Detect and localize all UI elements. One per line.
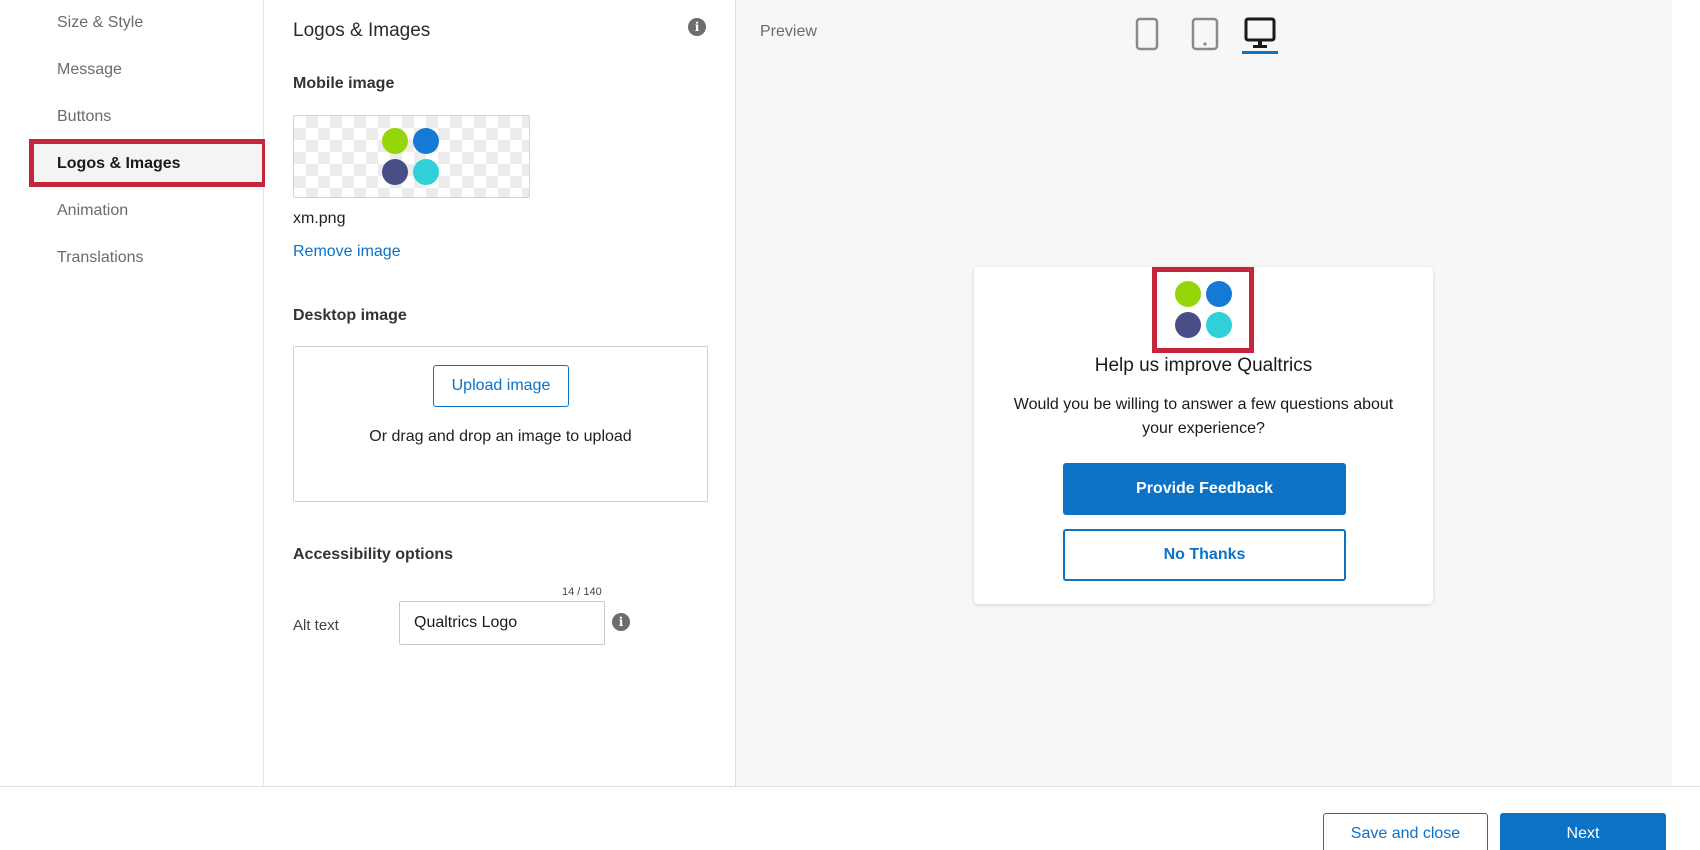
nav-item-translations[interactable]: Translations [57,249,144,267]
nav-item-buttons[interactable]: Buttons [57,108,111,126]
logo-dot-blue [413,128,439,154]
tablet-icon[interactable] [1191,17,1219,51]
logo-highlight-box [1152,267,1254,353]
provide-feedback-button[interactable]: Provide Feedback [1063,463,1346,515]
remove-image-link[interactable]: Remove image [293,243,401,261]
settings-nav: Size & Style Message Buttons Logos & Ima… [0,0,267,786]
preview-label: Preview [760,23,817,40]
alt-text-info-icon[interactable]: i [612,613,630,631]
nav-item-size-style[interactable]: Size & Style [57,14,143,32]
mobile-image-label: Mobile image [293,75,395,92]
desktop-icon[interactable] [1244,17,1276,51]
logo-dot-green [1175,281,1201,307]
dropzone-hint: Or drag and drop an image to upload [369,428,632,445]
logo-image [382,128,439,185]
panel-title: Logos & Images [293,20,431,41]
card-heading: Help us improve Qualtrics [1094,355,1313,376]
logo-dot-blue [1206,281,1232,307]
next-button[interactable]: Next [1500,813,1666,850]
feedback-prompt-card: Help us improve Qualtrics Would you be w… [974,267,1433,604]
nav-item-logos-images[interactable]: Logos & Images [57,155,181,173]
logo-dot-teal [413,159,439,185]
settings-panel: Logos & Images i Mobile image xm.png Rem… [265,0,735,786]
mobile-image-thumbnail [293,115,530,198]
mobile-image-filename: xm.png [293,210,346,227]
info-icon[interactable]: i [688,18,706,36]
accessibility-options-label: Accessibility options [293,546,454,563]
upload-image-button[interactable]: Upload image [433,365,569,407]
no-thanks-button[interactable]: No Thanks [1063,529,1346,581]
logo-dot-navy [1175,312,1201,338]
logo-dot-navy [382,159,408,185]
nav-item-message[interactable]: Message [57,61,122,79]
logo-dot-teal [1206,312,1232,338]
preview-pane: Preview Help us improve Qualtrics Would … [735,0,1672,786]
nav-item-animation[interactable]: Animation [57,202,128,220]
desktop-image-dropzone[interactable]: Upload image Or drag and drop an image t… [293,346,708,502]
save-and-close-button[interactable]: Save and close [1323,813,1488,850]
alt-text-input[interactable] [399,601,605,645]
mobile-icon[interactable] [1135,17,1159,51]
desktop-image-label: Desktop image [293,307,407,324]
alt-text-label: Alt text [293,617,339,634]
alt-text-counter: 14 / 140 [562,586,602,598]
card-body-text: Would you be willing to answer a few que… [1013,396,1394,437]
card-logo-image [1175,281,1232,338]
footer-bar: Save and close Next [0,786,1700,850]
selected-device-indicator [1242,51,1278,54]
logo-dot-green [382,128,408,154]
